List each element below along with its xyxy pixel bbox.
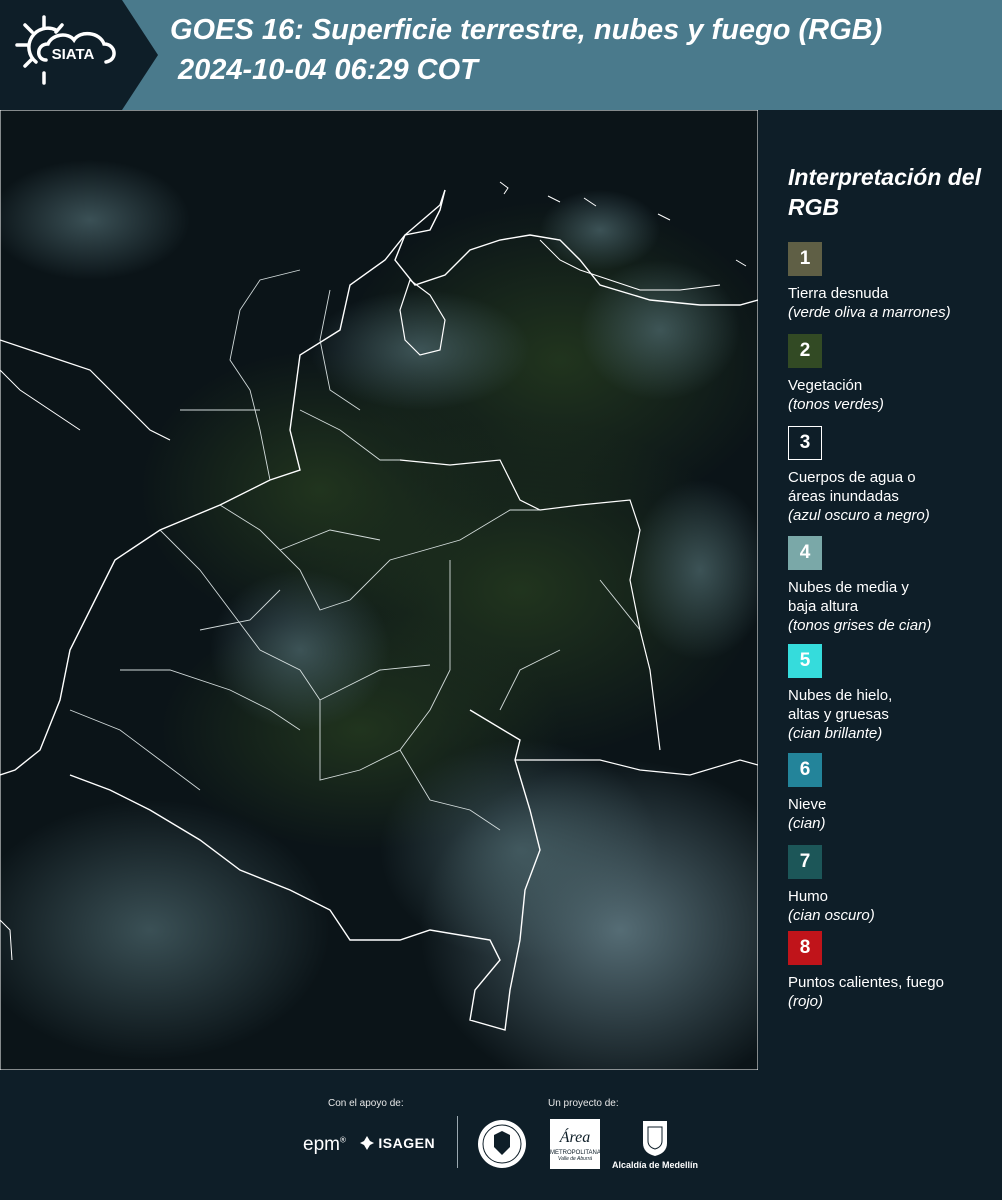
siata-logo-text: SIATA: [52, 46, 95, 63]
legend-sublabel: (verde oliva a marrones): [788, 304, 951, 321]
legend-item: 8 Puntos calientes, fuego (rojo): [788, 931, 998, 1011]
legend-sublabel: (tonos grises de cian): [788, 617, 932, 634]
project-label: Un proyecto de:: [548, 1098, 619, 1109]
legend-label: Cuerpos de agua o áreas inundadas: [788, 469, 916, 505]
legend-item: 3 Cuerpos de agua o áreas inundadas (azul …: [788, 426, 998, 525]
legend-sublabel: (cian oscuro): [788, 907, 875, 924]
legend-swatch: 8: [788, 931, 822, 965]
footer-bar: Con el apoyo de: Un proyecto de: epm® IS…: [0, 1070, 1002, 1200]
page-timestamp: 2024-10-04 06:29 COT: [178, 54, 478, 86]
legend-panel: Interpretación del RGB 1 Tierra desnuda (v…: [758, 110, 1002, 1070]
legend-item: 1 Tierra desnuda (verde oliva a marrones): [788, 242, 998, 322]
isagen-logo: ISAGEN: [360, 1135, 435, 1151]
legend-title: Interpretación del RGB: [788, 164, 981, 220]
legend-swatch: 3: [788, 426, 822, 460]
alcaldia-shield-icon: [643, 1121, 667, 1156]
legend-label: Nubes de media y baja altura: [788, 579, 909, 615]
legend-swatch: 7: [788, 845, 822, 879]
legend-label: Humo: [788, 888, 829, 905]
legend-swatch: 6: [788, 753, 822, 787]
legend-item: 2 Vegetación (tonos verdes): [788, 334, 998, 414]
medellin-seal: [478, 1120, 526, 1168]
legend-label: Tierra desnuda: [788, 285, 889, 302]
legend-item: 6 Nieve (cian): [788, 753, 998, 833]
legend-swatch: 1: [788, 242, 822, 276]
satellite-map: [0, 110, 758, 1070]
legend-label: Nieve: [788, 796, 827, 813]
legend-label: Nubes de hielo, altas y gruesas: [788, 687, 893, 723]
header-bar: SIATA GOES 16: Superficie terrestre, nub…: [0, 0, 1002, 110]
legend-label: Vegetación: [788, 377, 863, 394]
legend-item: 7 Humo (cian oscuro): [788, 845, 998, 925]
legend-swatch: 5: [788, 644, 822, 678]
isagen-icon: [360, 1136, 374, 1150]
epm-logo: epm®: [303, 1134, 346, 1155]
legend-sublabel: (rojo): [788, 993, 824, 1010]
support-label: Con el apoyo de:: [328, 1098, 404, 1109]
legend-swatch: 4: [788, 536, 822, 570]
footer-divider: [457, 1116, 458, 1168]
legend-sublabel: (cian brillante): [788, 725, 883, 742]
area-metropolitana-logo: Área METROPOLITANA Valle de Aburrá: [550, 1119, 601, 1169]
siata-logo: SIATA: [0, 0, 158, 110]
legend-item: 4 Nubes de media y baja altura (tonos gris…: [788, 536, 998, 635]
legend-swatch: 2: [788, 334, 822, 368]
page-title: GOES 16: Superficie terrestre, nubes y f…: [170, 14, 883, 46]
legend-sublabel: (azul oscuro a negro): [788, 507, 930, 524]
legend-item: 5 Nubes de hielo, altas y gruesas (cian br…: [788, 644, 998, 743]
legend-label: Puntos calientes, fuego: [788, 974, 944, 991]
legend-sublabel: (tonos verdes): [788, 396, 884, 413]
legend-sublabel: (cian): [788, 815, 826, 832]
alcaldia-label: Alcaldía de Medellín: [612, 1160, 699, 1170]
